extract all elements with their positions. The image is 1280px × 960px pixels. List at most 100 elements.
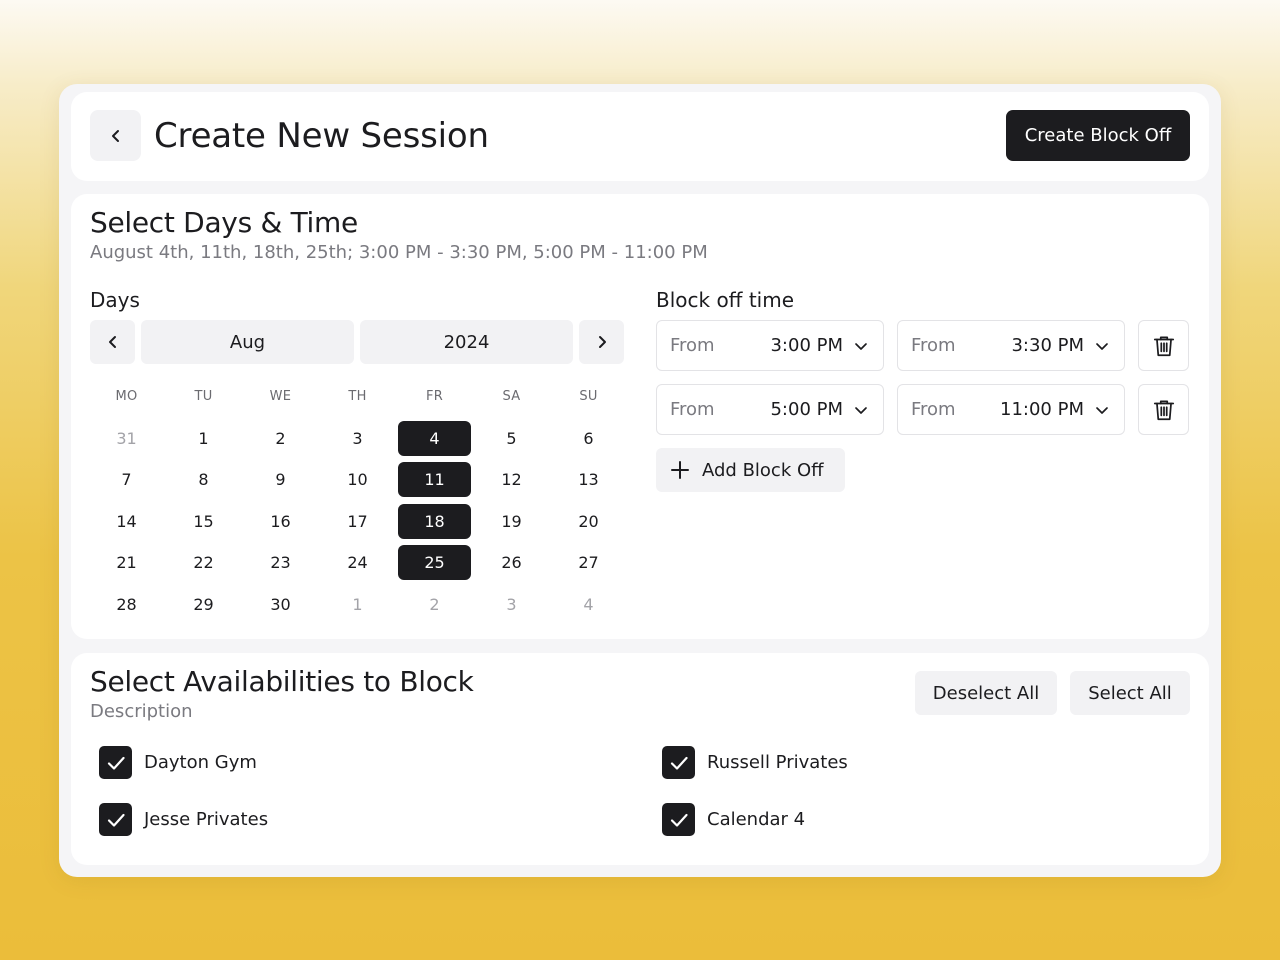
block-off-1-start-select[interactable]: From 3:00 PM [656, 320, 884, 371]
calendar-day[interactable]: 5 [475, 421, 548, 456]
calendar-day[interactable]: 2 [244, 421, 317, 456]
add-block-off-button[interactable]: Add Block Off [656, 448, 845, 492]
year-select[interactable]: 2024 [360, 320, 573, 364]
start-time-value: 5:00 PM [770, 399, 843, 420]
days-time-card: Select Days & Time August 4th, 11th, 18t… [71, 194, 1209, 639]
calendar-day[interactable]: 10 [321, 462, 394, 497]
availability-label: Russell Privates [707, 752, 848, 773]
calendar-day[interactable]: 28 [90, 587, 163, 622]
back-button[interactable] [90, 110, 141, 161]
calendar-grid: MO TU WE TH FR SA SU 31 1 2 3 4 5 6 7 8 9 10 11 12 13 14 15 16 1… [90, 379, 624, 622]
from-label: From [911, 399, 956, 420]
plus-icon [671, 461, 689, 479]
checkbox-checked[interactable] [662, 803, 695, 836]
calendar-day[interactable]: 1 [321, 587, 394, 622]
calendar-day[interactable]: 6 [552, 421, 625, 456]
prev-month-button[interactable] [90, 320, 135, 364]
from-label: From [670, 335, 715, 356]
weekday-header: MO [115, 389, 138, 404]
from-label: From [670, 399, 715, 420]
availability-label: Jesse Privates [144, 809, 269, 830]
delete-block-off-2-button[interactable] [1138, 384, 1189, 435]
calendar-day[interactable]: 24 [321, 545, 394, 580]
availability-jesse-privates[interactable]: Jesse Privates [99, 803, 268, 836]
calendar-day[interactable]: 15 [167, 504, 240, 539]
end-time-value: 3:30 PM [1011, 335, 1084, 356]
calendar-day[interactable]: 16 [244, 504, 317, 539]
section-title-availabilities: Select Availabilities to Block [90, 665, 474, 698]
start-time-value: 3:00 PM [770, 335, 843, 356]
calendar-day-selected[interactable]: 4 [398, 420, 471, 456]
block-off-1-end-select[interactable]: From 3:30 PM [897, 320, 1125, 371]
add-block-off-label: Add Block Off [702, 459, 824, 481]
checkbox-checked[interactable] [662, 746, 695, 779]
calendar-day-selected[interactable]: 18 [398, 503, 471, 539]
days-label: Days [90, 288, 140, 312]
create-block-off-button[interactable]: Create Block Off [1006, 110, 1190, 161]
calendar-day[interactable]: 17 [321, 504, 394, 539]
chevron-down-icon [1096, 406, 1108, 414]
select-all-button[interactable]: Select All [1070, 671, 1190, 715]
checkmark-icon [107, 756, 125, 770]
next-month-button[interactable] [579, 320, 624, 364]
session-modal: Create New Session Create Block Off Sele… [59, 84, 1221, 877]
weekday-header: TU [194, 389, 213, 404]
calendar-day[interactable]: 3 [475, 587, 548, 622]
chevron-left-icon [108, 336, 116, 348]
calendar-day[interactable]: 8 [167, 462, 240, 497]
calendar-day[interactable]: 3 [321, 421, 394, 456]
section-title-days-time: Select Days & Time [90, 206, 358, 239]
calendar-day[interactable]: 9 [244, 462, 317, 497]
calendar-day[interactable]: 20 [552, 504, 625, 539]
checkmark-icon [107, 813, 125, 827]
end-time-value: 11:00 PM [1000, 399, 1084, 420]
calendar-day[interactable]: 14 [90, 504, 163, 539]
calendar-day[interactable]: 27 [552, 545, 625, 580]
calendar-day[interactable]: 21 [90, 545, 163, 580]
weekday-header: SA [502, 389, 521, 404]
calendar-day[interactable]: 1 [167, 421, 240, 456]
weekday-header: TH [348, 389, 367, 404]
trash-icon [1153, 399, 1174, 420]
chevron-down-icon [855, 342, 867, 350]
availability-dayton-gym[interactable]: Dayton Gym [99, 746, 257, 779]
checkbox-checked[interactable] [99, 746, 132, 779]
deselect-all-button[interactable]: Deselect All [915, 671, 1057, 715]
calendar-day[interactable]: 13 [552, 462, 625, 497]
availabilities-description: Description [90, 701, 193, 722]
checkmark-icon [670, 756, 688, 770]
checkmark-icon [670, 813, 688, 827]
weekday-header: WE [269, 389, 292, 404]
weekday-header: FR [425, 389, 444, 404]
calendar-day[interactable]: 31 [90, 421, 163, 456]
availabilities-card: Select Availabilities to Block Descripti… [71, 653, 1209, 865]
chevron-right-icon [598, 336, 606, 348]
calendar-day[interactable]: 22 [167, 545, 240, 580]
calendar-day[interactable]: 7 [90, 462, 163, 497]
calendar-day[interactable]: 26 [475, 545, 548, 580]
block-off-2-end-select[interactable]: From 11:00 PM [897, 384, 1125, 435]
weekday-header: SU [579, 389, 598, 404]
calendar-day[interactable]: 2 [398, 587, 471, 622]
checkbox-checked[interactable] [99, 803, 132, 836]
calendar-day[interactable]: 29 [167, 587, 240, 622]
calendar-day[interactable]: 19 [475, 504, 548, 539]
chevron-down-icon [1096, 342, 1108, 350]
trash-icon [1153, 335, 1174, 356]
block-off-2-start-select[interactable]: From 5:00 PM [656, 384, 884, 435]
availability-calendar-4[interactable]: Calendar 4 [662, 803, 805, 836]
calendar-day[interactable]: 23 [244, 545, 317, 580]
calendar-day[interactable]: 30 [244, 587, 317, 622]
availability-russell-privates[interactable]: Russell Privates [662, 746, 848, 779]
calendar-day-selected[interactable]: 11 [398, 462, 471, 497]
header-card: Create New Session Create Block Off [71, 92, 1209, 181]
from-label: From [911, 335, 956, 356]
block-off-label: Block off time [656, 288, 795, 312]
availability-label: Calendar 4 [707, 809, 806, 830]
chevron-down-icon [855, 406, 867, 414]
calendar-day[interactable]: 4 [552, 587, 625, 622]
calendar-day-selected[interactable]: 25 [398, 545, 471, 580]
calendar-day[interactable]: 12 [475, 462, 548, 497]
delete-block-off-1-button[interactable] [1138, 320, 1189, 371]
month-select[interactable]: Aug [141, 320, 354, 364]
